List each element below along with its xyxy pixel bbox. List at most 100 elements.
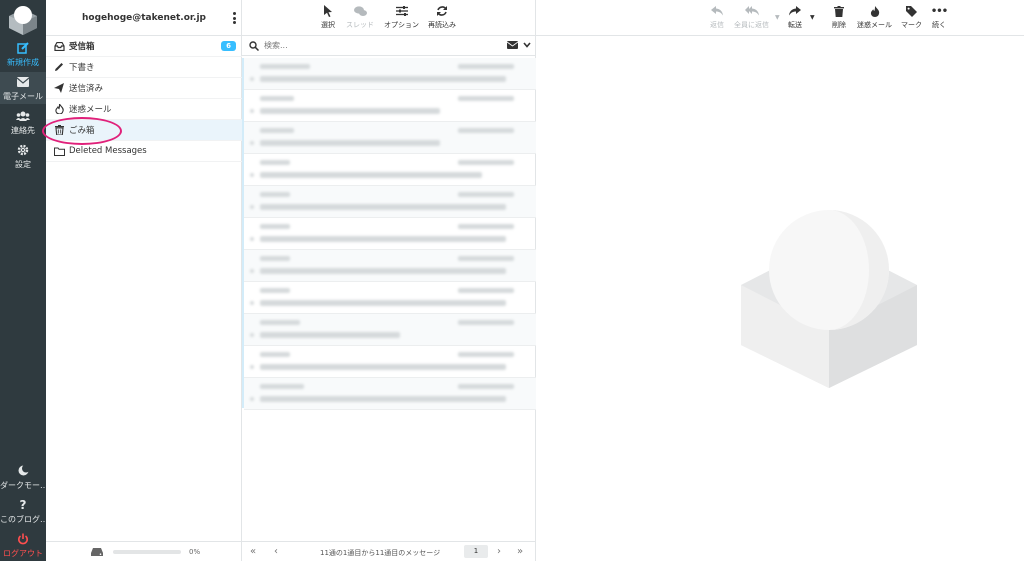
ellipsis-icon: ••• bbox=[930, 5, 948, 17]
moon-icon bbox=[16, 464, 30, 478]
fire-icon bbox=[868, 4, 882, 18]
drive-icon bbox=[91, 547, 103, 556]
prev-page-icon[interactable]: ‹ bbox=[274, 546, 278, 557]
threads-button[interactable]: スレッド bbox=[346, 4, 374, 30]
reply-all-label: 全員に返信 bbox=[734, 21, 769, 29]
list-toolbar: 選択 スレッド オプション 再読込み bbox=[242, 0, 536, 36]
pagination-info: 11通の1通目から11通目のメッセージ bbox=[320, 549, 441, 557]
options-label: オプション bbox=[384, 21, 419, 29]
page-number-input[interactable]: 1 bbox=[464, 545, 488, 558]
comments-icon bbox=[353, 4, 367, 18]
nav-logout[interactable]: ログアウト bbox=[0, 529, 46, 561]
folder-pane: hogehoge@takenet.or.jp 受信箱 6 下書き 送信済み 迷惑… bbox=[46, 0, 242, 561]
mark-label: マーク bbox=[901, 21, 922, 29]
list-item[interactable] bbox=[244, 154, 536, 186]
search-bar[interactable]: 検索... bbox=[242, 36, 536, 56]
quota-bar: 0% bbox=[46, 541, 242, 561]
chevron-down-icon[interactable] bbox=[523, 42, 531, 48]
more-button[interactable]: ••• 続く bbox=[930, 4, 948, 30]
nav-about[interactable]: ? このブログ… bbox=[0, 495, 46, 527]
nav-settings[interactable]: 設定 bbox=[0, 140, 46, 172]
list-item[interactable] bbox=[244, 314, 536, 346]
list-item[interactable] bbox=[244, 250, 536, 282]
list-item[interactable] bbox=[244, 186, 536, 218]
nav-settings-label: 設定 bbox=[15, 159, 31, 169]
paper-plane-icon bbox=[53, 82, 65, 94]
refresh-label: 再読込み bbox=[428, 21, 456, 29]
forward-button[interactable]: 転送 bbox=[788, 4, 802, 30]
folder-inbox[interactable]: 受信箱 6 bbox=[46, 36, 242, 57]
message-list-pane: 選択 スレッド オプション 再読込み 検索... « ‹ 11通の1通目から11… bbox=[242, 0, 536, 561]
trash-icon bbox=[832, 4, 846, 18]
list-pagination: « ‹ 11通の1通目から11通目のメッセージ 1 › » bbox=[242, 541, 536, 561]
gear-icon bbox=[16, 143, 30, 157]
compose-icon bbox=[16, 41, 30, 55]
list-item[interactable] bbox=[244, 282, 536, 314]
kebab-menu-icon[interactable] bbox=[233, 12, 236, 24]
reply-button[interactable]: 返信 bbox=[710, 4, 724, 30]
nav-dark-mode-label: ダークモー… bbox=[0, 480, 46, 490]
users-icon bbox=[16, 109, 30, 123]
list-item[interactable] bbox=[244, 90, 536, 122]
options-button[interactable]: オプション bbox=[384, 4, 419, 30]
reply-label: 返信 bbox=[710, 21, 724, 29]
first-page-icon[interactable]: « bbox=[250, 546, 256, 557]
folder-icon bbox=[53, 145, 65, 157]
search-icon bbox=[249, 40, 259, 51]
folder-deleted-messages-label: Deleted Messages bbox=[69, 146, 147, 156]
folder-spam-label: 迷惑メール bbox=[69, 105, 112, 115]
account-header: hogehoge@takenet.or.jp bbox=[46, 0, 242, 36]
next-page-icon[interactable]: › bbox=[497, 546, 501, 557]
envelope-filter-icon[interactable] bbox=[507, 41, 518, 49]
logo bbox=[9, 6, 37, 35]
nav-contacts[interactable]: 連絡先 bbox=[0, 106, 46, 138]
spam-label: 迷惑メール bbox=[857, 21, 892, 29]
list-item[interactable] bbox=[244, 218, 536, 250]
nav-contacts-label: 連絡先 bbox=[11, 125, 35, 135]
list-item[interactable] bbox=[244, 378, 536, 410]
nav-mail[interactable]: 電子メール bbox=[0, 72, 46, 104]
forward-caret-icon[interactable]: ▼ bbox=[810, 14, 815, 21]
forward-icon bbox=[788, 4, 802, 18]
quota-progress bbox=[113, 549, 181, 554]
folder-drafts[interactable]: 下書き bbox=[46, 57, 242, 78]
select-button[interactable]: 選択 bbox=[321, 4, 335, 30]
nav-compose[interactable]: 新規作成 bbox=[0, 38, 46, 70]
folder-sent[interactable]: 送信済み bbox=[46, 78, 242, 99]
unread-badge: 6 bbox=[221, 41, 236, 51]
empty-preview-logo bbox=[741, 210, 917, 388]
folder-sent-label: 送信済み bbox=[69, 84, 104, 94]
tag-icon bbox=[905, 4, 919, 18]
envelope-icon bbox=[16, 75, 30, 89]
message-list bbox=[242, 58, 536, 410]
spam-button[interactable]: 迷惑メール bbox=[857, 4, 892, 30]
threads-label: スレッド bbox=[346, 21, 374, 29]
sliders-icon bbox=[395, 4, 409, 18]
nav-about-label: このブログ… bbox=[0, 514, 46, 524]
question-icon: ? bbox=[19, 497, 27, 512]
more-label: 続く bbox=[932, 21, 946, 29]
refresh-button[interactable]: 再読込み bbox=[428, 4, 456, 30]
last-page-icon[interactable]: » bbox=[517, 546, 523, 557]
nav-dark-mode[interactable]: ダークモー… bbox=[0, 461, 46, 493]
quota-percent: 0% bbox=[189, 547, 201, 556]
folder-drafts-label: 下書き bbox=[69, 63, 95, 73]
pencil-icon bbox=[53, 61, 65, 73]
list-item[interactable] bbox=[244, 346, 536, 378]
fire-icon bbox=[53, 103, 65, 115]
select-label: 選択 bbox=[321, 21, 335, 29]
refresh-icon bbox=[435, 4, 449, 18]
nav-logout-label: ログアウト bbox=[3, 548, 43, 558]
main-nav: 新規作成 電子メール 連絡先 設定 ダークモー… ? このブログ… ログアウト bbox=[0, 0, 46, 561]
preview-pane: 返信 全員に返信 ▼ 転送 ▼ 削除 迷惑メール マーク ••• 続く bbox=[536, 0, 1024, 561]
list-item[interactable] bbox=[244, 58, 536, 90]
mark-button[interactable]: マーク bbox=[901, 4, 922, 30]
delete-button[interactable]: 削除 bbox=[832, 4, 846, 30]
reply-icon bbox=[710, 4, 724, 18]
reply-all-button[interactable]: 全員に返信 bbox=[734, 4, 769, 30]
list-item[interactable] bbox=[244, 122, 536, 154]
account-email: hogehoge@takenet.or.jp bbox=[81, 12, 206, 23]
search-input[interactable]: 検索... bbox=[264, 40, 288, 51]
cursor-icon bbox=[321, 4, 335, 18]
reply-all-caret-icon[interactable]: ▼ bbox=[775, 14, 780, 21]
